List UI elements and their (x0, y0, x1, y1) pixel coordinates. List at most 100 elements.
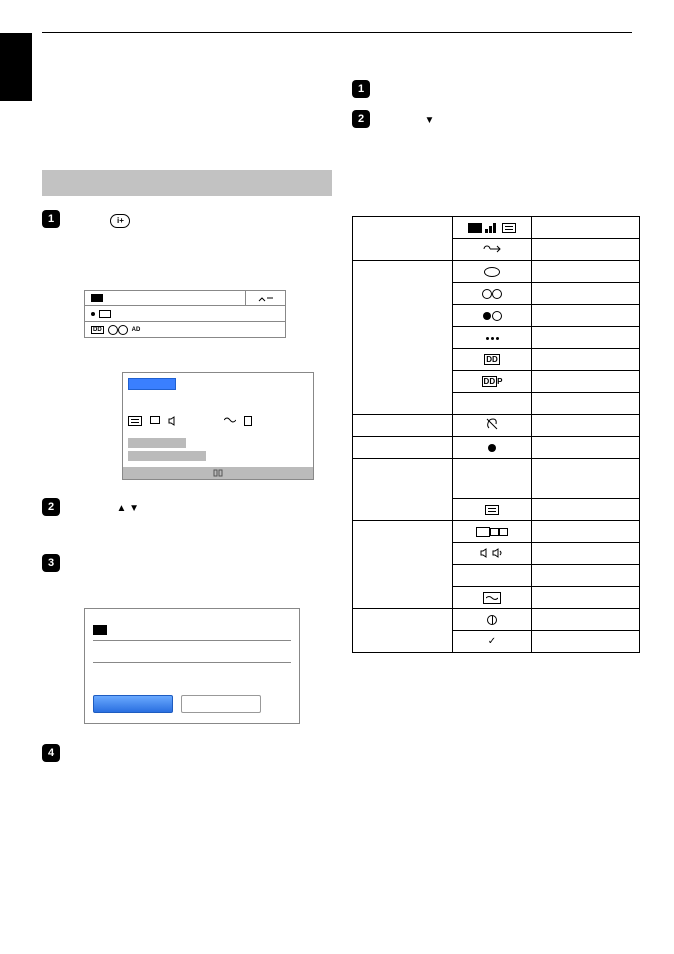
table-cell (353, 521, 453, 609)
solid-rect-icon (468, 223, 482, 233)
left-column: 1 i+ DD AD (42, 170, 328, 762)
section-heading-bar (42, 170, 332, 196)
table-cell (532, 587, 640, 609)
table-row (353, 261, 640, 283)
signal-icon (258, 294, 274, 302)
table-cell (532, 217, 640, 239)
table-cell (532, 349, 640, 371)
strip-right-cell (245, 291, 285, 305)
dialog-buttons (93, 695, 291, 713)
table-cell (452, 565, 532, 587)
dolby-d-plus-icon: DD (482, 376, 498, 387)
dialog-row-2 (93, 641, 291, 663)
step-1: 1 i+ (42, 210, 328, 228)
table-row (353, 415, 640, 437)
table-cell (532, 371, 640, 393)
step-3: 3 (42, 554, 328, 572)
cancel-button[interactable] (181, 695, 261, 713)
guide-footer (123, 467, 313, 479)
table-cell (452, 217, 532, 239)
multi-page-icon (492, 528, 508, 536)
format-icon (91, 294, 103, 302)
table-cell (532, 239, 640, 261)
info-strip-diagram: DD AD (84, 290, 286, 338)
text-icon (128, 416, 142, 426)
dialog-row-1 (93, 619, 291, 641)
table-cell (532, 459, 640, 499)
dialog-diagram (84, 608, 300, 724)
table-cell (452, 459, 532, 499)
table-cell: DDP (452, 371, 532, 393)
table-cell (452, 609, 532, 631)
stereo-icon (482, 289, 502, 299)
section-tab (0, 33, 32, 101)
table-cell (532, 283, 640, 305)
table-cell (353, 459, 453, 521)
format-solid-icon (93, 625, 107, 635)
table-cell (532, 631, 640, 653)
guide-text-line-1 (128, 438, 186, 448)
table-cell (452, 261, 532, 283)
table-cell (452, 521, 532, 543)
rect-outline-icon (99, 310, 111, 318)
table-cell (452, 437, 532, 459)
ok-button[interactable] (93, 695, 173, 713)
mono-icon (484, 267, 500, 277)
globe-icon (487, 615, 497, 625)
speaker-icon (168, 416, 178, 428)
selected-item-bar (128, 378, 176, 390)
table-cell (452, 283, 532, 305)
ad-label: AD (132, 327, 141, 333)
up-down-arrows: ▲ ▼ (116, 503, 139, 514)
step-2: 2 ▲ ▼ (42, 498, 328, 516)
right-step-number-1: 1 (352, 80, 370, 98)
step-4: 4 (42, 744, 328, 762)
arrow-up-icon: ▲ (116, 503, 126, 514)
record-dot-icon (488, 444, 496, 452)
dd-icon: DD (91, 326, 104, 334)
table-row (353, 217, 640, 239)
table-cell (452, 543, 532, 565)
table-cell (532, 565, 640, 587)
step-number-2: 2 (42, 498, 60, 516)
skip-icon (482, 244, 502, 254)
table-cell (452, 239, 532, 261)
table-cell: DD (452, 349, 532, 371)
dual-mono-icon (483, 311, 502, 321)
wave-icon (224, 416, 236, 428)
table-cell (532, 393, 640, 415)
wave-box-icon (483, 592, 501, 604)
stereo-icon (108, 325, 128, 335)
right-step-1: 1 (352, 80, 642, 98)
table-cell (532, 305, 640, 327)
dolby-d-icon: DD (484, 354, 500, 365)
text-lines-icon (502, 223, 516, 233)
table-cell (532, 437, 640, 459)
table-cell (452, 587, 532, 609)
nav-icon (213, 469, 223, 477)
multi-audio-icon (480, 547, 504, 559)
table-cell (353, 415, 453, 437)
table-cell (532, 521, 640, 543)
table-row (353, 437, 640, 459)
hearing-impaired-icon (485, 417, 499, 434)
arrow-down-icon: ▼ (129, 503, 139, 514)
table-cell (532, 261, 640, 283)
table-cell (353, 609, 453, 653)
table-cell (452, 415, 532, 437)
table-cell (532, 415, 640, 437)
caption-icon (476, 527, 490, 537)
table-cell (532, 543, 640, 565)
bar-chart-icon (485, 223, 499, 233)
step-number-3: 3 (42, 554, 60, 572)
info-plus-icon: i+ (110, 214, 130, 228)
table-cell (452, 305, 532, 327)
dot-icon (91, 312, 95, 316)
right-step-number-2: 2 (352, 110, 370, 128)
dd-p-suffix: P (497, 377, 502, 386)
subtitle-icon (485, 505, 499, 515)
arrow-down-icon: ▼ (424, 115, 434, 126)
icon-reference-table: DD DDP (352, 216, 640, 653)
table-row (353, 609, 640, 631)
table-cell (353, 217, 453, 261)
